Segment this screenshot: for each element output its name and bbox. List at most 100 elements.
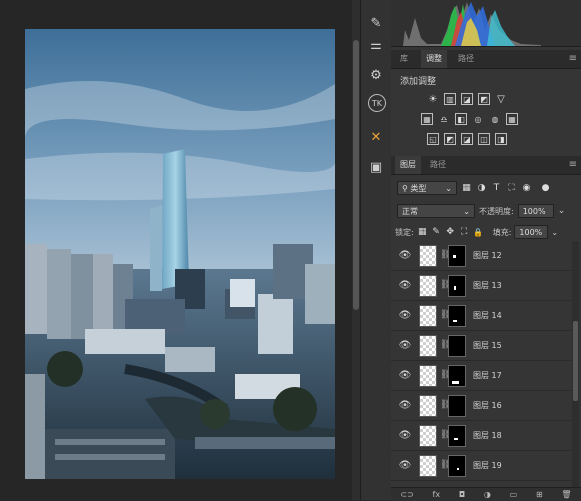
layer-mask-thumbnail[interactable] (448, 425, 466, 447)
layer-mask-thumbnail[interactable] (448, 395, 466, 417)
layer-thumbnail (419, 305, 437, 327)
layer-name[interactable]: 图层 13 (473, 280, 502, 291)
visibility-eye-icon[interactable]: 👁 (399, 309, 412, 321)
layer-mask-thumbnail[interactable] (448, 335, 466, 357)
document-canvas[interactable] (0, 0, 352, 500)
color-balance-icon[interactable]: ♎ (438, 113, 450, 125)
photo-filter-icon[interactable]: ◎ (472, 113, 484, 125)
lock-artboard-icon[interactable]: ⛶ (459, 227, 470, 238)
panel-icon[interactable]: ▣ (365, 156, 387, 178)
selective-color-icon[interactable]: ◫ (478, 133, 490, 145)
new-layer-icon[interactable]: ⊞ (536, 490, 543, 499)
visibility-eye-icon[interactable]: 👁 (399, 429, 412, 441)
layer-mask-thumbnail[interactable] (448, 245, 466, 267)
blend-mode-dropdown[interactable]: 正常 ⌄ (397, 204, 475, 218)
curves-icon[interactable]: ◪ (461, 93, 473, 105)
visibility-eye-icon[interactable]: 👁 (399, 369, 412, 381)
layers-scrollbar[interactable] (572, 241, 579, 487)
sliders-icon[interactable]: ⚌ (365, 34, 387, 56)
panel-tabbar-layers: 图层 路径 ≡ (391, 156, 581, 175)
visibility-eye-icon[interactable]: 👁 (399, 249, 412, 261)
channel-mixer-icon[interactable]: ◍ (489, 113, 501, 125)
visibility-eye-icon[interactable]: 👁 (399, 459, 412, 471)
filter-toggle-icon[interactable]: ● (540, 183, 551, 194)
crossed-tools-icon[interactable]: ✕ (365, 126, 387, 148)
color-lookup-icon[interactable]: ▦ (506, 113, 518, 125)
layer-row[interactable]: 👁 ⛓ 图层 19 (391, 451, 571, 481)
fx-icon[interactable]: fx (433, 490, 441, 499)
brightness-icon[interactable]: ☀ (427, 93, 439, 105)
exposure-icon[interactable]: ◩ (478, 93, 490, 105)
layer-thumbnail (419, 275, 437, 297)
properties-icon[interactable]: ⚙ (365, 64, 387, 86)
tab-layers-paths[interactable]: 路径 (425, 156, 451, 174)
tab-paths[interactable]: 路径 (453, 50, 479, 68)
filter-shape-icon[interactable]: ⛶ (506, 183, 517, 194)
filter-type-icon[interactable]: T (491, 183, 502, 194)
layer-name[interactable]: 图层 19 (473, 460, 502, 471)
hue-saturation-icon[interactable]: ▦ (421, 113, 433, 125)
vibrance-icon[interactable]: ▽ (495, 93, 507, 105)
tab-library[interactable]: 库 (395, 50, 413, 68)
layer-row[interactable]: 👁 ⛓ 图层 15 (391, 331, 571, 361)
visibility-eye-icon[interactable]: 👁 (399, 339, 412, 351)
layer-row[interactable]: 👁 ⛓ 图层 12 (391, 241, 571, 271)
canvas-scrollbar[interactable] (352, 0, 360, 500)
layer-name[interactable]: 图层 18 (473, 430, 502, 441)
fill-field[interactable]: 100% (514, 225, 549, 239)
layer-mask-thumbnail[interactable] (448, 365, 466, 387)
layer-name[interactable]: 图层 14 (473, 310, 502, 321)
visibility-eye-icon[interactable]: 👁 (399, 399, 412, 411)
layer-name[interactable]: 图层 12 (473, 250, 502, 261)
layer-row[interactable]: 👁 ⛓ 图层 14 (391, 301, 571, 331)
filter-adjustment-icon[interactable]: ◑ (476, 183, 487, 194)
histogram (391, 0, 581, 47)
layer-mask-thumbnail[interactable] (448, 305, 466, 327)
visibility-eye-icon[interactable]: 👁 (399, 279, 412, 291)
chevron-down-icon: ⌄ (463, 207, 470, 216)
layer-name[interactable]: 图层 17 (473, 370, 502, 381)
trash-icon[interactable]: 🗑 (561, 490, 571, 499)
city-photo (25, 29, 335, 479)
layer-row[interactable]: 👁 ⛓ 图层 18 (391, 421, 571, 451)
lock-image-icon[interactable]: ✎ (431, 227, 442, 238)
chevron-down-icon[interactable]: ⌄ (558, 206, 566, 216)
lock-position-icon[interactable]: ✥ (445, 227, 456, 238)
lock-transparent-icon[interactable]: ▦ (417, 227, 428, 238)
chevron-down-icon[interactable]: ⌄ (551, 228, 558, 237)
opacity-field[interactable]: 100% (517, 204, 554, 218)
lock-row: 锁定: ▦ ✎ ✥ ⛶ 🔒 填充: 100% ⌄ (395, 224, 579, 240)
posterize-icon[interactable]: ◩ (444, 133, 456, 145)
layer-row[interactable]: 👁 ⛓ 图层 16 (391, 391, 571, 421)
layer-row[interactable]: 👁 ⛓ 图层 13 (391, 271, 571, 301)
layer-filter-row: ⚲ 类型 ⌄ ▦ ◑ T ⛶ ◉ ● (397, 180, 577, 196)
layer-name[interactable]: 图层 16 (473, 400, 502, 411)
lock-all-icon[interactable]: 🔒 (473, 227, 484, 238)
brush-icon[interactable]: ✎ (365, 12, 387, 34)
threshold-icon[interactable]: ◪ (461, 133, 473, 145)
filter-pixel-icon[interactable]: ▦ (461, 183, 472, 194)
right-panels: 库 调整 路径 ≡ 添加调整 ☀ ▥ ◪ ◩ ▽ ▦ ♎ ◧ ◎ ◍ ▦ ◱ ◩… (391, 0, 581, 501)
gradient-map-icon[interactable]: ◨ (495, 133, 507, 145)
levels-icon[interactable]: ▥ (444, 93, 456, 105)
layer-mask-thumbnail[interactable] (448, 455, 466, 477)
invert-icon[interactable]: ◱ (427, 133, 439, 145)
new-group-icon[interactable]: ▭ (510, 490, 518, 499)
layer-row[interactable]: 👁 ⛓ 图层 17 (391, 361, 571, 391)
layer-name[interactable]: 图层 15 (473, 340, 502, 351)
layers-bottom-bar: ⊂⊃ fx ◘ ◑ ▭ ⊞ 🗑 (391, 487, 581, 501)
layers-menu-icon[interactable]: ≡ (569, 156, 577, 174)
tab-adjustments[interactable]: 调整 (421, 50, 447, 68)
layer-mask-thumbnail[interactable] (448, 275, 466, 297)
blend-row: 正常 ⌄ 不透明度: 100% ⌄ (397, 203, 577, 219)
link-layers-icon[interactable]: ⊂⊃ (400, 490, 413, 499)
panel-menu-icon[interactable]: ≡ (569, 50, 577, 68)
fill-label: 填充: (492, 227, 512, 237)
black-white-icon[interactable]: ◧ (455, 113, 467, 125)
tab-layers[interactable]: 图层 (395, 156, 421, 174)
tk-plugin-icon[interactable]: TK (368, 94, 386, 112)
add-mask-icon[interactable]: ◘ (459, 490, 465, 499)
filter-kind-dropdown[interactable]: ⚲ 类型 ⌄ (397, 181, 457, 195)
new-adjustment-icon[interactable]: ◑ (484, 490, 491, 499)
filter-smart-object-icon[interactable]: ◉ (521, 183, 532, 194)
